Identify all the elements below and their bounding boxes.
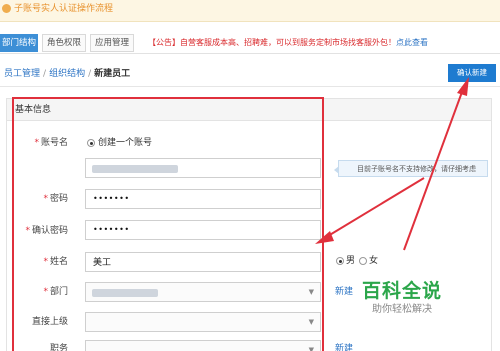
divider — [0, 86, 500, 87]
gender-female-label: 女 — [369, 256, 379, 266]
gender-male-label: 男 — [346, 256, 356, 266]
page-title: 新建员工 — [94, 69, 131, 79]
announcement-body: 自营客服成本高、招聘难，可以到服务定制市场找客服外包！ — [180, 38, 396, 47]
breadcrumb-separator: / — [88, 69, 92, 79]
breadcrumb-staff-management[interactable]: 员工管理 — [4, 69, 40, 79]
new-position-link[interactable]: 新建 — [335, 343, 353, 351]
notice-bar: 子账号实人认证操作流程 — [0, 0, 500, 22]
tab-role-permissions[interactable]: 角色权限 — [42, 34, 86, 52]
announcement-link[interactable]: 点此查看 — [396, 38, 428, 47]
account-tip: 目前子账号名不支持修改，请仔细考虑 — [334, 160, 488, 177]
breadcrumb-separator: / — [43, 69, 47, 79]
watermark-subtitle: 助你轻松解决 — [372, 304, 432, 315]
confirm-create-button[interactable]: 确认新建 — [448, 64, 496, 82]
tab-app-management[interactable]: 应用管理 — [90, 34, 134, 52]
notice-text[interactable]: 子账号实人认证操作流程 — [14, 3, 113, 15]
info-icon — [2, 4, 11, 13]
breadcrumb-org-structure[interactable]: 组织结构 — [49, 69, 85, 79]
gender-male-radio[interactable] — [336, 257, 344, 265]
announcement-tag: 【公告】 — [148, 38, 180, 47]
new-department-link[interactable]: 新建 — [335, 286, 353, 298]
breadcrumb: 员工管理 / 组织结构 / 新建员工 — [4, 68, 130, 80]
tip-pointer — [334, 166, 339, 174]
tab-department-structure[interactable]: 部门结构 — [0, 34, 38, 52]
account-tip-text: 目前子账号名不支持修改，请仔细考虑 — [357, 165, 476, 173]
highlight-box — [12, 97, 324, 351]
gender-female-radio[interactable] — [359, 257, 367, 265]
watermark-title: 百科全说 — [362, 280, 443, 302]
announcement: 【公告】自营客服成本高、招聘难，可以到服务定制市场找客服外包！点此查看 — [148, 37, 428, 49]
